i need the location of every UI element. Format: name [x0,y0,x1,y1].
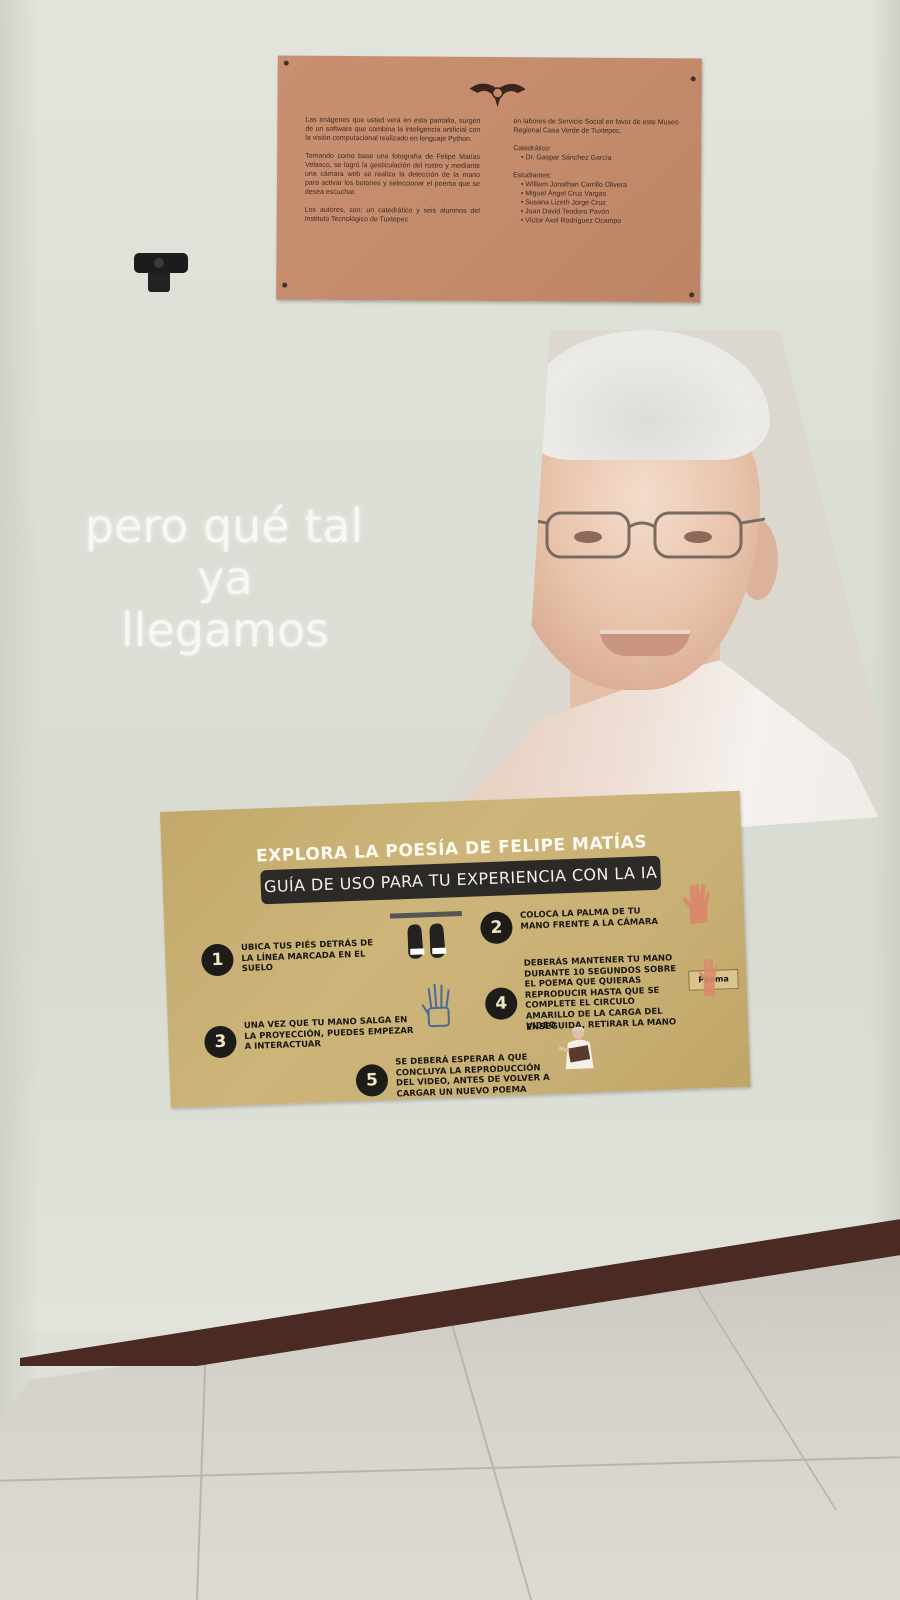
step-number: 4 [484,987,518,1021]
screw [283,60,289,66]
instruction-poster: EXPLORA LA POESÍA DE FELIPE MATÍAS GUÍA … [160,790,751,1108]
poem-line: pero qué tal [84,499,364,553]
professor-name: Dr. Gaspar Sánchez García [521,153,688,163]
tile-seam [446,1310,536,1600]
poem-line: llegamos [120,603,330,657]
plaque-left-column: Las imágenes que usted verá en esta pant… [305,116,481,234]
poem-line: ya [197,551,253,605]
wall-corner-left [0,0,40,1420]
hand-palm-icon [682,883,711,925]
plaque-paragraph: Los autores, son: un catedrático y seis … [304,206,480,224]
poet-reading-icon [558,1026,594,1070]
plaque-paragraph: en labores de Servicio Social en favor d… [513,118,679,135]
wall-corner-right [870,0,900,1240]
step-text: Se deberá esperar a que concluya la repr… [395,1052,550,1100]
students-list: William Jonathan Carrillo Olivera Miguel… [521,180,688,226]
step-text: Coloca la palma de tu mano frente a la c… [519,906,659,932]
step-number: 2 [479,911,514,945]
tile-seam [685,1270,837,1510]
webcam-lens [154,258,164,268]
webcam-mount [148,270,170,292]
step-text: Ubica tus piés detrás de la línea marcad… [240,938,374,975]
step-number: 5 [355,1063,389,1097]
step-number: 3 [203,1025,238,1059]
plaque-paragraph: Las imágenes que usted verá en esta pant… [305,116,481,143]
projected-poem-text: pero qué tal ya llegamos [60,500,390,656]
webcam [134,253,188,273]
screw [282,282,288,288]
eyeglasses-icon [525,511,765,559]
screw [690,76,696,82]
museum-logo-icon [469,83,526,108]
professor-list: Dr. Gaspar Sánchez García [521,153,688,163]
robot-hand-icon [421,983,450,1028]
student-name: Víctor Axel Rodríguez Ocampo [521,216,688,226]
portrait-mouth [600,630,690,656]
screw [689,292,695,298]
plaque-paragraph: Tomando como base una fotografía de Feli… [304,152,481,197]
step-number: 1 [200,943,235,977]
tile-seam [195,1360,207,1600]
hand-on-button-icon [698,958,718,997]
sneakers-icon [389,911,463,959]
plaque-right-column: en labores de Servicio Social en favor d… [513,117,689,226]
step-text: Una vez que tu mano salga en la proyecci… [243,1015,414,1053]
tile-seam [0,1456,900,1482]
info-plaque: Las imágenes que usted verá en esta pant… [276,55,702,303]
